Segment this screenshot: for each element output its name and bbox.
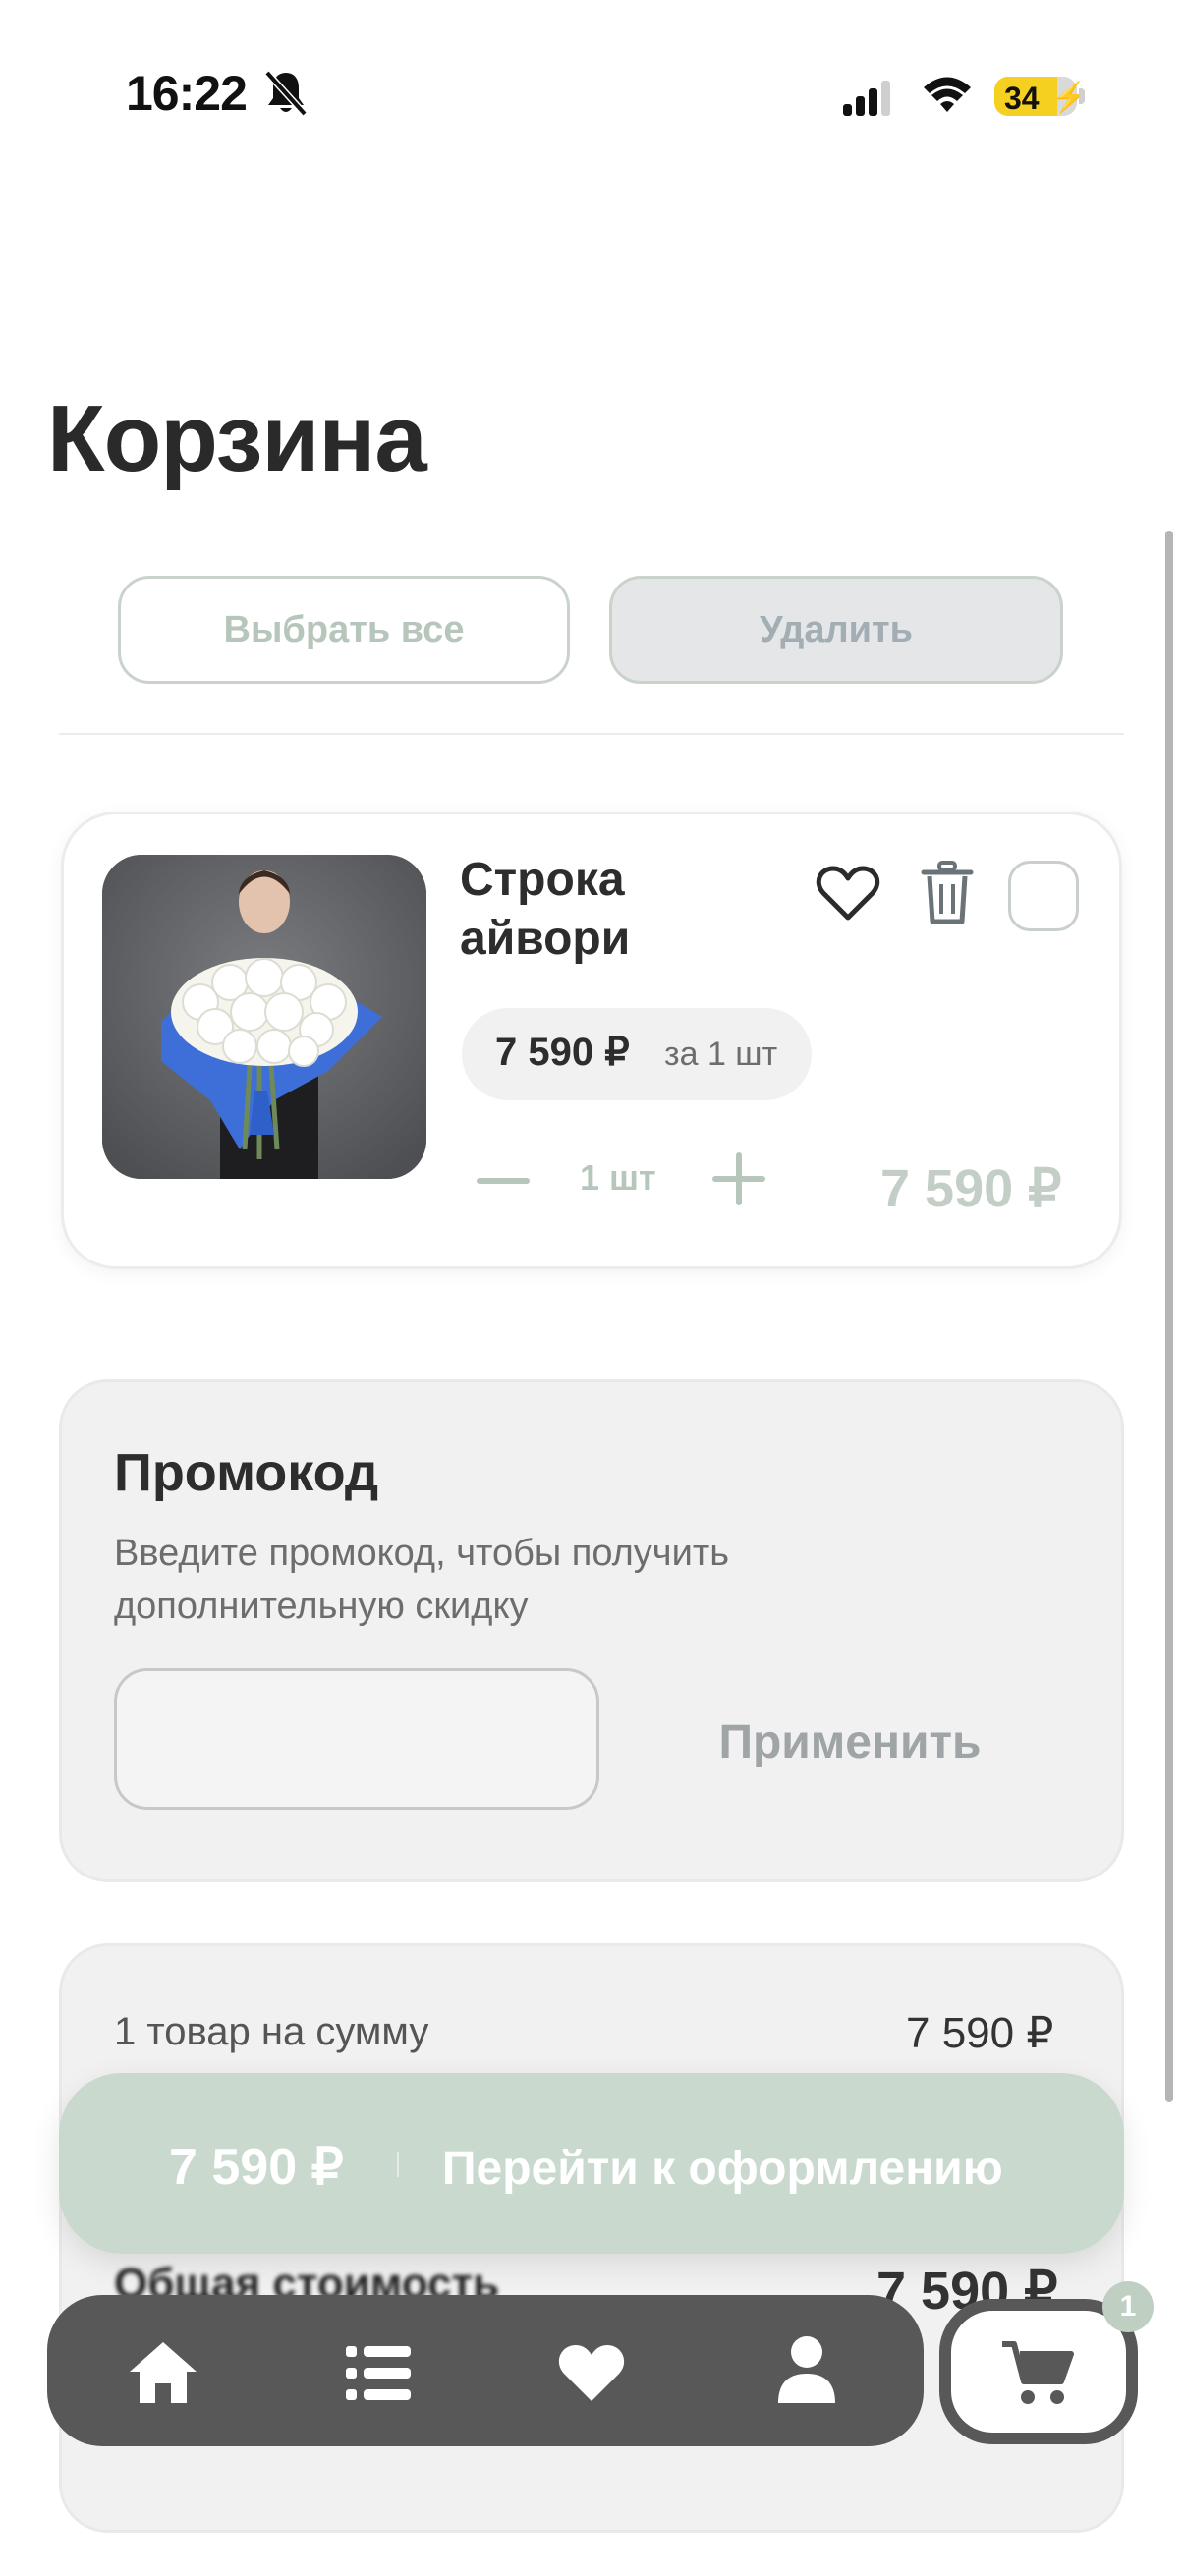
- delete-selected-button[interactable]: Удалить: [609, 576, 1063, 684]
- favorite-heart-icon[interactable]: [816, 865, 880, 924]
- battery-cap: [1079, 88, 1085, 104]
- line-total: 7 590 ₽: [880, 1159, 1062, 1218]
- scrollbar[interactable]: [1165, 531, 1173, 2102]
- product-name[interactable]: Строка айвори: [460, 851, 755, 969]
- page-title: Корзина: [47, 386, 427, 491]
- signal-icon: [843, 81, 890, 116]
- product-photo[interactable]: [102, 855, 426, 1179]
- summary-items-value: 7 590 ₽: [906, 2009, 1054, 2057]
- battery-indicator: 34 ⚡: [994, 77, 1088, 116]
- divider: [59, 733, 1124, 735]
- trash-icon[interactable]: [920, 861, 975, 925]
- heart-icon[interactable]: [556, 2342, 627, 2405]
- cart-badge: 1: [1102, 2281, 1154, 2332]
- promo-code-input[interactable]: [114, 1668, 599, 1810]
- unit-label: за 1 шт: [664, 1036, 778, 1073]
- checkout-separator: [397, 2152, 399, 2177]
- bell-slash-icon: [264, 70, 308, 117]
- checkout-price: 7 590 ₽: [169, 2139, 344, 2196]
- unit-price: 7 590 ₽: [495, 1031, 630, 1074]
- summary-items-label: 1 товар на сумму: [114, 2010, 429, 2053]
- select-all-button[interactable]: Выбрать все: [118, 576, 570, 684]
- quantity-value: 1 шт: [580, 1157, 656, 1198]
- cart-icon[interactable]: [1000, 2338, 1075, 2407]
- list-icon[interactable]: [344, 2342, 413, 2403]
- decrease-quantity-icon[interactable]: [476, 1161, 531, 1201]
- status-time: 16:22: [126, 66, 248, 121]
- checkout-label: Перейти к оформлению: [442, 2143, 1003, 2195]
- promo-description: Введите промокод, чтобы получить дополни…: [114, 1533, 730, 1627]
- apply-promo-button[interactable]: Применить: [688, 1715, 1012, 1769]
- home-icon[interactable]: [126, 2338, 200, 2407]
- item-checkbox[interactable]: [1008, 861, 1079, 931]
- wifi-icon: [924, 77, 971, 112]
- battery-level: 34: [1004, 81, 1040, 116]
- user-icon[interactable]: [776, 2334, 837, 2405]
- increase-quantity-icon[interactable]: [711, 1151, 766, 1206]
- promo-title: Промокод: [114, 1443, 379, 1502]
